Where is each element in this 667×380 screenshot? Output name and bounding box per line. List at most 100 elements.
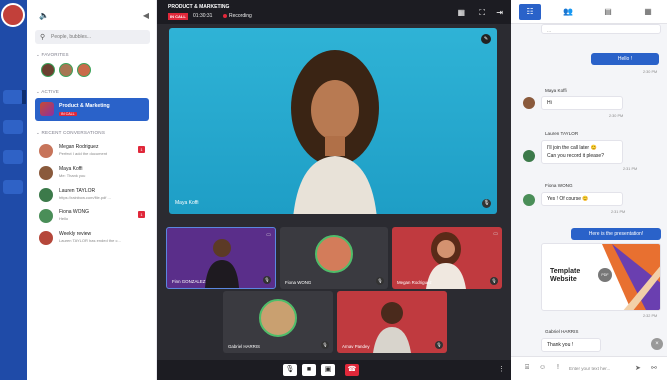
share-screen-button[interactable]: ▣ bbox=[321, 364, 335, 376]
expand-icon[interactable]: ✎ bbox=[481, 34, 491, 44]
conversation-preview: Perfect I add the document bbox=[59, 151, 108, 156]
camera-icon: ▭ bbox=[493, 231, 498, 237]
fullscreen-icon[interactable]: ⛶ bbox=[479, 8, 485, 18]
conversation-item[interactable]: Lauren TAYLOR https://rainbow.com/file.p… bbox=[39, 186, 149, 206]
favorite-avatar[interactable] bbox=[59, 63, 73, 77]
avatar bbox=[39, 188, 53, 202]
avatar bbox=[523, 150, 535, 162]
message-bubble: Yes ! Of course 😊 bbox=[541, 192, 623, 206]
participant-avatar bbox=[315, 235, 353, 273]
grid-icon[interactable]: ▦ bbox=[457, 8, 465, 17]
tab-participants[interactable]: 👥 bbox=[557, 4, 579, 20]
message-time: 2:31 PM bbox=[611, 210, 626, 214]
file-attachment[interactable]: Template Website PDF bbox=[541, 243, 661, 311]
user-avatar[interactable] bbox=[1, 3, 25, 27]
conversation-name: Megan Rodriguez bbox=[59, 144, 99, 150]
message-sender: Lauren TAYLOR bbox=[545, 131, 579, 136]
video-button[interactable]: ■ bbox=[302, 364, 316, 376]
message-sender: Fiona WONG bbox=[545, 183, 573, 188]
attachment-icon[interactable]: ⌸ bbox=[525, 364, 529, 372]
search-input[interactable]: ⚲ People, bubbles... bbox=[35, 30, 150, 44]
mic-icon: 🎙 bbox=[321, 341, 329, 349]
message-sender: Gabriel HARRIS bbox=[545, 329, 579, 334]
more-options-icon[interactable]: ⋮ bbox=[498, 365, 505, 373]
conversation-item[interactable]: Megan Rodriguez Perfect I add the docume… bbox=[39, 142, 149, 162]
speaker-name: Maya Koffi bbox=[175, 200, 199, 206]
conversation-name: Lauren TAYLOR bbox=[59, 188, 96, 194]
mic-icon: 🎙 bbox=[490, 277, 498, 285]
participant-video bbox=[426, 232, 466, 289]
favorite-avatar[interactable] bbox=[77, 63, 91, 77]
tab-media[interactable]: ▦ bbox=[637, 4, 659, 20]
rail-item[interactable] bbox=[3, 150, 23, 164]
meeting-title: PRODUCT & MARKETING bbox=[168, 4, 230, 10]
bubble-name: Product & Marketing bbox=[59, 103, 110, 109]
collapse-icon[interactable]: ◀ bbox=[143, 11, 149, 20]
avatar bbox=[523, 194, 535, 206]
participant-tile[interactable]: ▭ Finn GONZALEZ 🎙 bbox=[166, 227, 276, 289]
camera-icon: ▭ bbox=[266, 232, 271, 238]
call-controls: 🎙 ■ ▣ ☎ ⋮ bbox=[157, 360, 511, 380]
participant-tile[interactable]: Fiona WONG 🎙 bbox=[280, 227, 388, 289]
avatar bbox=[39, 231, 53, 245]
message-time: 2:30 PM bbox=[609, 114, 624, 118]
search-icon: ⚲ bbox=[40, 34, 46, 41]
meeting-header: PRODUCT & MARKETING IN CALL 01:30:31 Rec… bbox=[157, 0, 511, 24]
conversation-item[interactable]: Weekly review Lauren TAYLOR has ended th… bbox=[39, 229, 149, 249]
send-icon[interactable]: ➤ bbox=[635, 364, 641, 372]
unread-badge: 1 bbox=[138, 146, 145, 153]
conversation-name: Fiona WONG bbox=[59, 209, 90, 215]
search-placeholder: People, bubbles... bbox=[51, 34, 92, 40]
pdf-badge: PDF bbox=[598, 268, 612, 282]
speaker-video bbox=[291, 50, 379, 214]
participant-tile[interactable]: Arnav Pandey 🎙 bbox=[337, 291, 447, 353]
tab-chat[interactable]: ☷ bbox=[519, 4, 541, 20]
participant-tile[interactable]: Gabriel HARRIS 🎙 bbox=[223, 291, 333, 353]
mic-button[interactable]: 🎙 bbox=[283, 364, 297, 376]
speaker-icon[interactable]: 🔈 bbox=[39, 11, 49, 20]
active-bubble[interactable]: Product & Marketing IN CALL bbox=[35, 98, 149, 121]
participant-tile[interactable]: ▭ Megan Rodriguez 🎙 bbox=[392, 227, 502, 289]
rail-item[interactable] bbox=[3, 180, 23, 194]
attachment-title: Template Website bbox=[550, 268, 581, 283]
participant-avatar bbox=[259, 299, 297, 337]
conversation-preview: Lauren TAYLOR has ended the c... bbox=[59, 238, 121, 243]
message-bubble: Here is the presentation! bbox=[571, 228, 661, 240]
message-bubble: Thank you ! bbox=[541, 338, 601, 352]
mic-icon: 🎙 bbox=[263, 276, 271, 284]
favorite-avatar[interactable] bbox=[41, 63, 55, 77]
favorites-heading: ⌄ FAVORITES bbox=[36, 52, 69, 57]
conversation-item[interactable]: Fiona WONG Hello 1 bbox=[39, 207, 149, 227]
active-heading: ⌄ ACTIVE bbox=[36, 89, 60, 94]
message-bubble: I'll join the call later 😊 Can you recor… bbox=[541, 140, 623, 164]
recent-heading: ⌄ RECENT CONVERSATIONS bbox=[36, 130, 106, 135]
participant-video bbox=[373, 302, 411, 353]
avatar bbox=[39, 144, 53, 158]
alert-icon[interactable]: ! bbox=[557, 364, 559, 371]
rail-active-marker bbox=[22, 90, 26, 104]
message-bubble: Hi bbox=[541, 96, 623, 110]
rail-item[interactable] bbox=[3, 90, 23, 104]
leave-panel-icon[interactable]: ⇥ bbox=[496, 8, 503, 17]
close-icon[interactable]: × bbox=[651, 338, 663, 350]
message-time: 2:31 PM bbox=[623, 167, 638, 171]
hang-up-button[interactable]: ☎ bbox=[345, 364, 359, 376]
tab-files[interactable]: ▤ bbox=[597, 4, 619, 20]
app-rail bbox=[0, 0, 27, 380]
link-icon[interactable]: ⚯ bbox=[651, 364, 657, 372]
message-bubble: ... bbox=[541, 24, 661, 34]
conversation-preview: Hello bbox=[59, 216, 69, 221]
conversation-item[interactable]: Maya Koffi Me: Thank you bbox=[39, 164, 149, 184]
message-input[interactable]: Enter your text her... bbox=[569, 366, 610, 371]
main-video[interactable]: ✎ Maya Koffi 🎙 bbox=[169, 28, 497, 214]
message-composer: ⌸ ☺ ! Enter your text her... ➤ ⚯ bbox=[511, 356, 667, 380]
participant-name: Finn GONZALEZ bbox=[172, 279, 206, 284]
message-time: 2:32 PM bbox=[643, 314, 658, 318]
participant-name: Arnav Pandey bbox=[342, 344, 370, 349]
chat-panel: ☷ 👥 ▤ ▦ ... Hello ! 2:30 PM Maya Koffi H… bbox=[511, 0, 667, 380]
avatar bbox=[39, 166, 53, 180]
participant-name: Fiona WONG bbox=[285, 280, 312, 285]
rail-item[interactable] bbox=[3, 120, 23, 134]
conversation-preview: Me: Thank you bbox=[59, 173, 86, 178]
emoji-icon[interactable]: ☺ bbox=[539, 364, 546, 371]
